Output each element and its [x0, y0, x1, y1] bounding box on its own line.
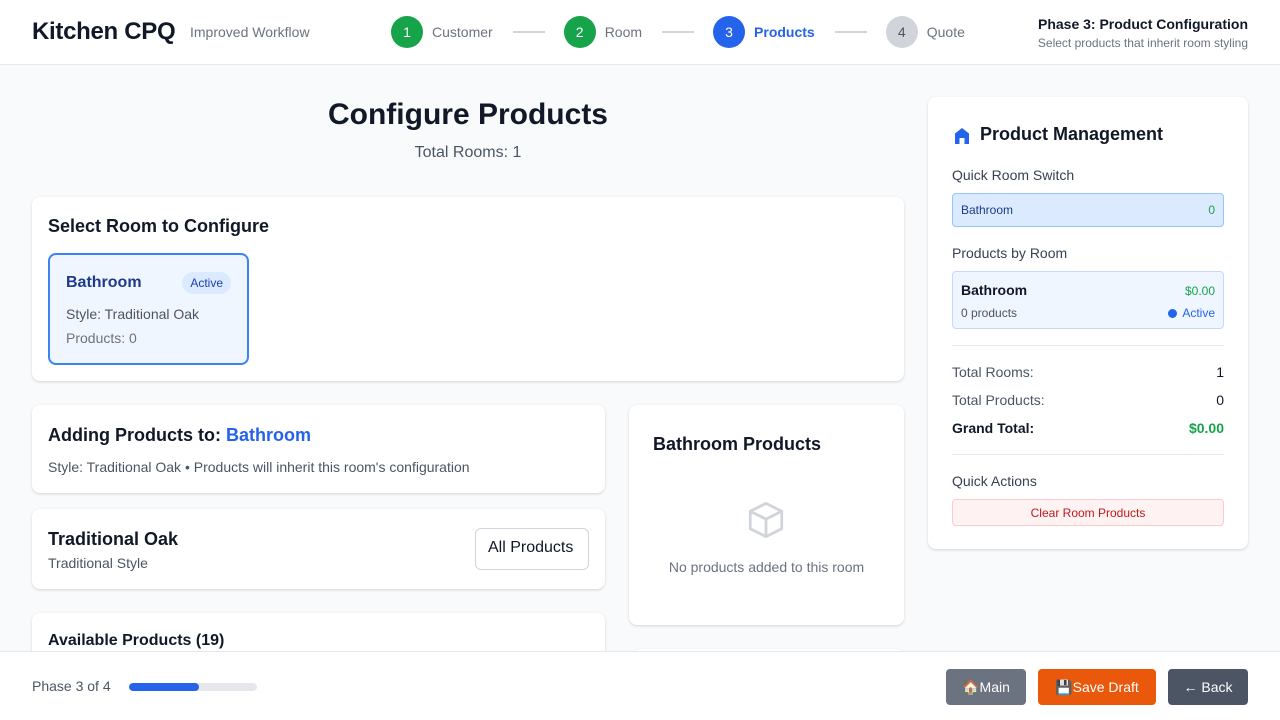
room-summary-total: $0.00 [1184, 284, 1215, 298]
step-label: Customer [432, 24, 493, 40]
save-draft-button[interactable]: 💾Save Draft [1038, 669, 1156, 705]
bottom-footer: Phase 3 of 4 🏠Main 💾Save Draft ← Back [0, 651, 1280, 720]
room-tile-bathroom[interactable]: Bathroom Active Style: Traditional Oak P… [48, 253, 249, 365]
products-by-room-label: Products by Room [952, 245, 1068, 261]
section-title: Select Room to Configure [48, 216, 270, 236]
room-summary-name: Bathroom [961, 282, 1028, 298]
stat-value: 0 [1216, 392, 1224, 408]
step-number: 3 [713, 16, 746, 48]
style-name: Traditional Oak [48, 529, 179, 549]
adding-title: Adding Products to: Bathroom [48, 425, 311, 446]
stat-label: Total Products: [952, 392, 1045, 408]
step-products[interactable]: 3 Products [713, 16, 815, 48]
room-products-title: Bathroom Products [653, 434, 822, 454]
select-room-card: Select Room to Configure Bathroom Active… [32, 197, 904, 381]
divider [952, 454, 1224, 455]
quick-switch-label: Quick Room Switch [952, 167, 1075, 183]
stat-label: Total Rooms: [952, 364, 1034, 380]
stat-value: 1 [1216, 364, 1224, 380]
quick-switch-count: 0 [1208, 203, 1215, 217]
page-subtitle: Total Rooms: 1 [414, 144, 522, 161]
step-label: Room [604, 24, 643, 40]
style-filter-card: Traditional Oak Traditional Style All Pr… [32, 509, 605, 589]
stat-total-products: Total Products: 0 [952, 392, 1224, 408]
app-title: Kitchen CPQ [32, 18, 176, 45]
room-summary-bathroom[interactable]: Bathroom $0.00 0 products Active [952, 271, 1224, 329]
page-title: Configure Products [327, 98, 608, 131]
quick-switch-room-name: Bathroom [961, 203, 1014, 217]
room-products-card: Bathroom Products No products added to t… [629, 405, 904, 625]
step-connector [662, 31, 695, 33]
back-button[interactable]: ← Back [1168, 669, 1248, 705]
stat-total-rooms: Total Rooms: 1 [952, 364, 1224, 380]
product-filter-select[interactable]: All Products [475, 528, 589, 570]
step-room[interactable]: 2 Room [563, 16, 643, 48]
style-type: Traditional Style [48, 555, 148, 571]
room-summary-count: 0 products [961, 306, 1018, 320]
step-customer[interactable]: 1 Customer [391, 16, 493, 48]
stat-grand-total: Grand Total: $0.00 [952, 420, 1224, 436]
quick-actions-label: Quick Actions [952, 473, 1037, 489]
step-quote[interactable]: 4 Quote [885, 16, 965, 48]
home-icon [955, 128, 969, 144]
progress-stepper: 1 Customer 2 Room 3 Products 4 Quote [391, 16, 965, 48]
progress-fill [129, 683, 200, 691]
step-label: Products [754, 24, 815, 40]
product-management-sidebar: Product Management Quick Room Switch Bat… [928, 97, 1248, 549]
top-header: Kitchen CPQ Improved Workflow 1 Customer… [0, 0, 1280, 65]
adding-subtitle: Style: Traditional Oak • Products will i… [48, 459, 470, 475]
adding-products-card: Adding Products to: Bathroom Style: Trad… [32, 405, 605, 493]
step-connector [512, 31, 545, 33]
stat-label: Grand Total: [952, 420, 1035, 436]
step-number: 4 [885, 16, 918, 48]
sidebar-title: Product Management [980, 124, 1164, 144]
clear-room-products-button[interactable]: Clear Room Products [952, 499, 1224, 526]
footer-phase-text: Phase 3 of 4 [32, 678, 111, 694]
step-number: 2 [563, 16, 596, 48]
divider [952, 345, 1224, 346]
adding-room-name: Bathroom [225, 425, 311, 445]
room-name: Bathroom [66, 274, 142, 291]
room-style: Style: Traditional Oak [66, 306, 200, 322]
adding-prefix: Adding Products to: [48, 425, 226, 445]
empty-state-text: No products added to this room [668, 559, 865, 575]
status-badge: Active [182, 272, 231, 294]
step-label: Quote [926, 24, 965, 40]
room-summary-status: Active [1168, 306, 1215, 320]
available-products-title: Available Products (19) [48, 632, 225, 649]
box-icon [748, 501, 784, 539]
phase-subtitle: Select products that inherit room stylin… [1037, 36, 1248, 50]
stat-value: $0.00 [1188, 420, 1224, 436]
step-connector [834, 31, 867, 33]
app-subtitle: Improved Workflow [190, 24, 310, 40]
main-button[interactable]: 🏠Main [946, 669, 1026, 705]
step-number: 1 [391, 16, 423, 48]
room-product-count: Products: 0 [66, 330, 137, 346]
status-text: Active [1182, 306, 1215, 320]
quick-switch-bathroom[interactable]: Bathroom 0 [952, 193, 1224, 227]
active-dot-icon [1168, 308, 1178, 318]
phase-progress-bar [129, 683, 257, 691]
phase-title: Phase 3: Product Configuration [1037, 16, 1248, 32]
